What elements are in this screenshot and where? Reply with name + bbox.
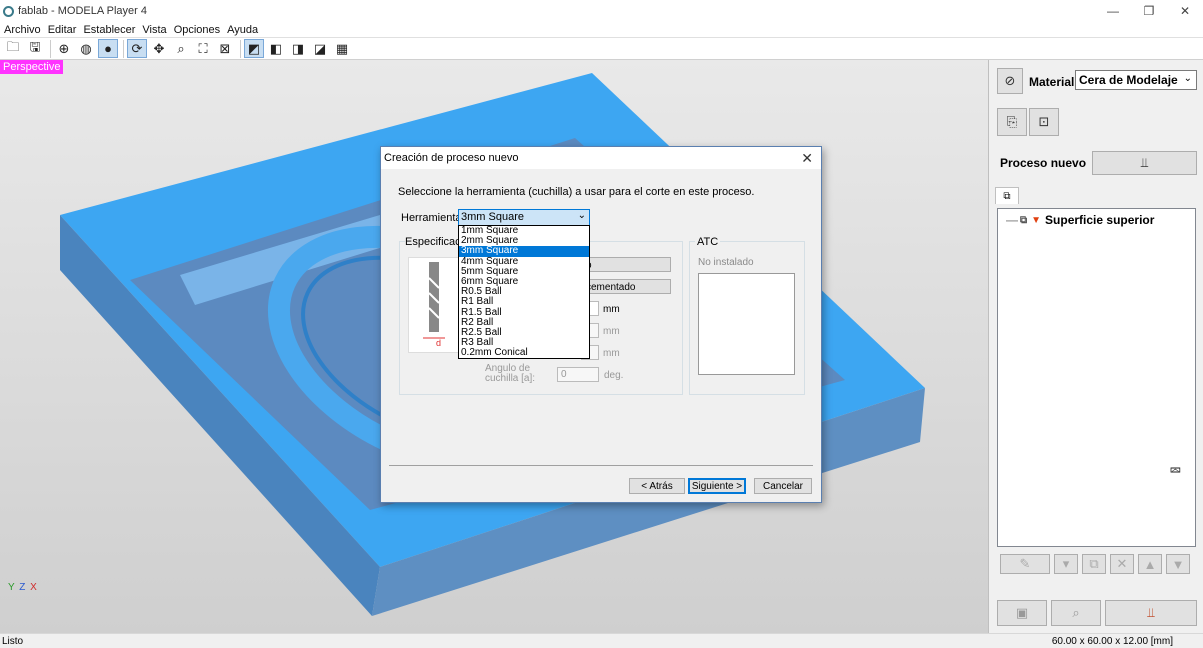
menu-opciones[interactable]: Opciones	[174, 24, 220, 36]
menu-ayuda[interactable]: Ayuda	[227, 24, 258, 36]
zoom-box-icon[interactable]: ⊠	[215, 39, 235, 58]
window-title: fablab - MODELA Player 4	[18, 5, 148, 17]
cancel-button[interactable]: Cancelar	[754, 478, 812, 494]
tool-label: Herramienta:	[401, 212, 465, 224]
atc-legend: ATC	[695, 236, 721, 248]
save-icon[interactable]: 🖫	[25, 39, 45, 58]
next-button[interactable]: Siguiente >	[688, 478, 746, 494]
copy-icon[interactable]: ⧉	[1082, 554, 1106, 574]
unit-deg: deg.	[604, 370, 624, 381]
dialog-title-bar: Creación de proceso nuevo ✕	[381, 147, 821, 169]
view-back-icon[interactable]: ◪	[310, 39, 330, 58]
view-grid-icon[interactable]: ▦	[332, 39, 352, 58]
chevron-down-icon: ⌄	[577, 210, 586, 221]
axis-z-label: Z	[19, 582, 26, 593]
process-label: Proceso nuevo	[1000, 156, 1087, 170]
material-value: Cera de Modelaje	[1079, 73, 1178, 87]
view-iso-icon[interactable]: ◩	[244, 39, 264, 58]
shaded-sphere-icon[interactable]: ●	[98, 39, 118, 58]
view-front-icon[interactable]: ◧	[266, 39, 286, 58]
endmill-icon: d	[423, 262, 445, 348]
tool-option[interactable]: 0.2mm Conical	[459, 348, 589, 358]
layer-icon: ⧉	[1020, 214, 1028, 226]
process-panel: ⊘ Material Cera de Modelaje ⌄ ⎘ ⊡ Proces…	[988, 60, 1203, 633]
axis-y-label: Y	[8, 582, 15, 593]
process-tree[interactable]: — ⧉ ▼ Superficie superior ⮹	[997, 208, 1196, 547]
back-button[interactable]: < Atrás	[629, 478, 685, 494]
menu-vista[interactable]: Vista	[142, 24, 166, 36]
status-text: Listo	[2, 635, 24, 647]
rotate-icon[interactable]: ⟳	[127, 39, 147, 58]
close-window-button[interactable]: ✕	[1167, 0, 1203, 22]
delete-icon[interactable]: ✕	[1110, 554, 1134, 574]
menu-archivo[interactable]: Archivo	[4, 24, 41, 36]
tool-material-field[interactable]: cementado	[581, 279, 671, 294]
tool-icon: ▼	[1031, 214, 1042, 226]
surface-globe-icon[interactable]: ◍	[76, 39, 96, 58]
tool-select[interactable]: 3mm Square ⌄	[458, 209, 590, 226]
atc-status: No instalado	[698, 257, 754, 268]
material-label: Material	[1029, 75, 1075, 89]
tool-select-value: 3mm Square	[461, 211, 524, 223]
new-process-button[interactable]: ⫫	[1092, 151, 1197, 175]
unit-mm-3: mm	[603, 348, 620, 359]
new-process-dialog: Creación de proceso nuevo ✕ Seleccione l…	[380, 146, 822, 503]
status-bar: Listo 60.00 x 60.00 x 12.00 [mm]	[0, 633, 1203, 648]
open-folder-icon[interactable]: 🗀	[3, 39, 23, 58]
tree-item-label: Superficie superior	[1045, 213, 1155, 227]
tool-name-field[interactable]: o	[581, 257, 671, 272]
unit-mm-1: mm	[603, 304, 620, 315]
move-up-icon[interactable]: ▲	[1138, 554, 1162, 574]
toolbar: 🗀 🖫 ⊕ ◍ ● ⟳ ✥ ⌕ ⛶ ⊠ ◩ ◧ ◨ ◪ ▦	[0, 37, 1203, 60]
material-compass-icon[interactable]: ⊘	[997, 68, 1023, 94]
dialog-prompt: Seleccione la herramienta (cuchilla) a u…	[398, 186, 755, 198]
chevron-down-icon: ⌄	[1183, 73, 1192, 84]
view-label: Perspective	[0, 60, 64, 74]
pan-icon[interactable]: ✥	[149, 39, 169, 58]
atc-list[interactable]	[698, 273, 795, 375]
tool-diagram: d	[408, 257, 460, 353]
tool-option[interactable]: R1 Ball	[459, 297, 589, 307]
fit-view-icon[interactable]: ⛶	[193, 39, 213, 58]
zoom-icon[interactable]: ⌕	[171, 39, 191, 58]
close-icon[interactable]: ✕	[801, 150, 813, 167]
angle-label: Angulo de cuchilla [a]:	[485, 363, 536, 384]
minimize-button[interactable]: —	[1095, 0, 1131, 22]
origin-setup-icon[interactable]: ⊡	[1029, 108, 1059, 136]
simulate-icon[interactable]: ⌕	[1051, 600, 1101, 626]
title-bar: fablab - MODELA Player 4 — ❐ ✕	[0, 0, 1203, 22]
dialog-divider	[389, 465, 813, 466]
diameter-label: d	[436, 338, 441, 348]
dialog-title: Creación de proceso nuevo	[384, 152, 519, 164]
menu-establecer[interactable]: Establecer	[83, 24, 135, 36]
app-icon	[3, 5, 14, 17]
material-select[interactable]: Cera de Modelaje ⌄	[1075, 70, 1197, 90]
cut-path-icon[interactable]: ✎	[1000, 554, 1050, 574]
mouse-cursor-icon: ⮹	[1169, 463, 1182, 480]
tree-item-surface[interactable]: — ⧉ ▼ Superficie superior	[1006, 213, 1154, 227]
wireframe-globe-icon[interactable]: ⊕	[54, 39, 74, 58]
preview-icon[interactable]: ▣	[997, 600, 1047, 626]
move-down-icon[interactable]: ▼	[1166, 554, 1190, 574]
axis-x-label: X	[30, 582, 37, 593]
angle-field[interactable]: 0	[557, 367, 599, 382]
unit-mm-2: mm	[603, 326, 620, 337]
model-dimensions: 60.00 x 60.00 x 12.00 [mm]	[1051, 635, 1173, 647]
maximize-button[interactable]: ❐	[1131, 0, 1167, 22]
cut-icon[interactable]: ⫫	[1105, 600, 1197, 626]
view-side-icon[interactable]: ◨	[288, 39, 308, 58]
menu-bar: Archivo Editar Establecer Vista Opciones…	[0, 22, 1203, 37]
menu-editar[interactable]: Editar	[48, 24, 77, 36]
tree-tab[interactable]: ⧉	[995, 187, 1019, 204]
edit-tool-icon[interactable]: ▾	[1054, 554, 1078, 574]
tool-dropdown-list[interactable]: 1mm Square 2mm Square 3mm Square 4mm Square…	[458, 225, 590, 359]
model-setup-icon[interactable]: ⎘	[997, 108, 1027, 136]
axis-indicator: Y Z X	[8, 582, 37, 593]
